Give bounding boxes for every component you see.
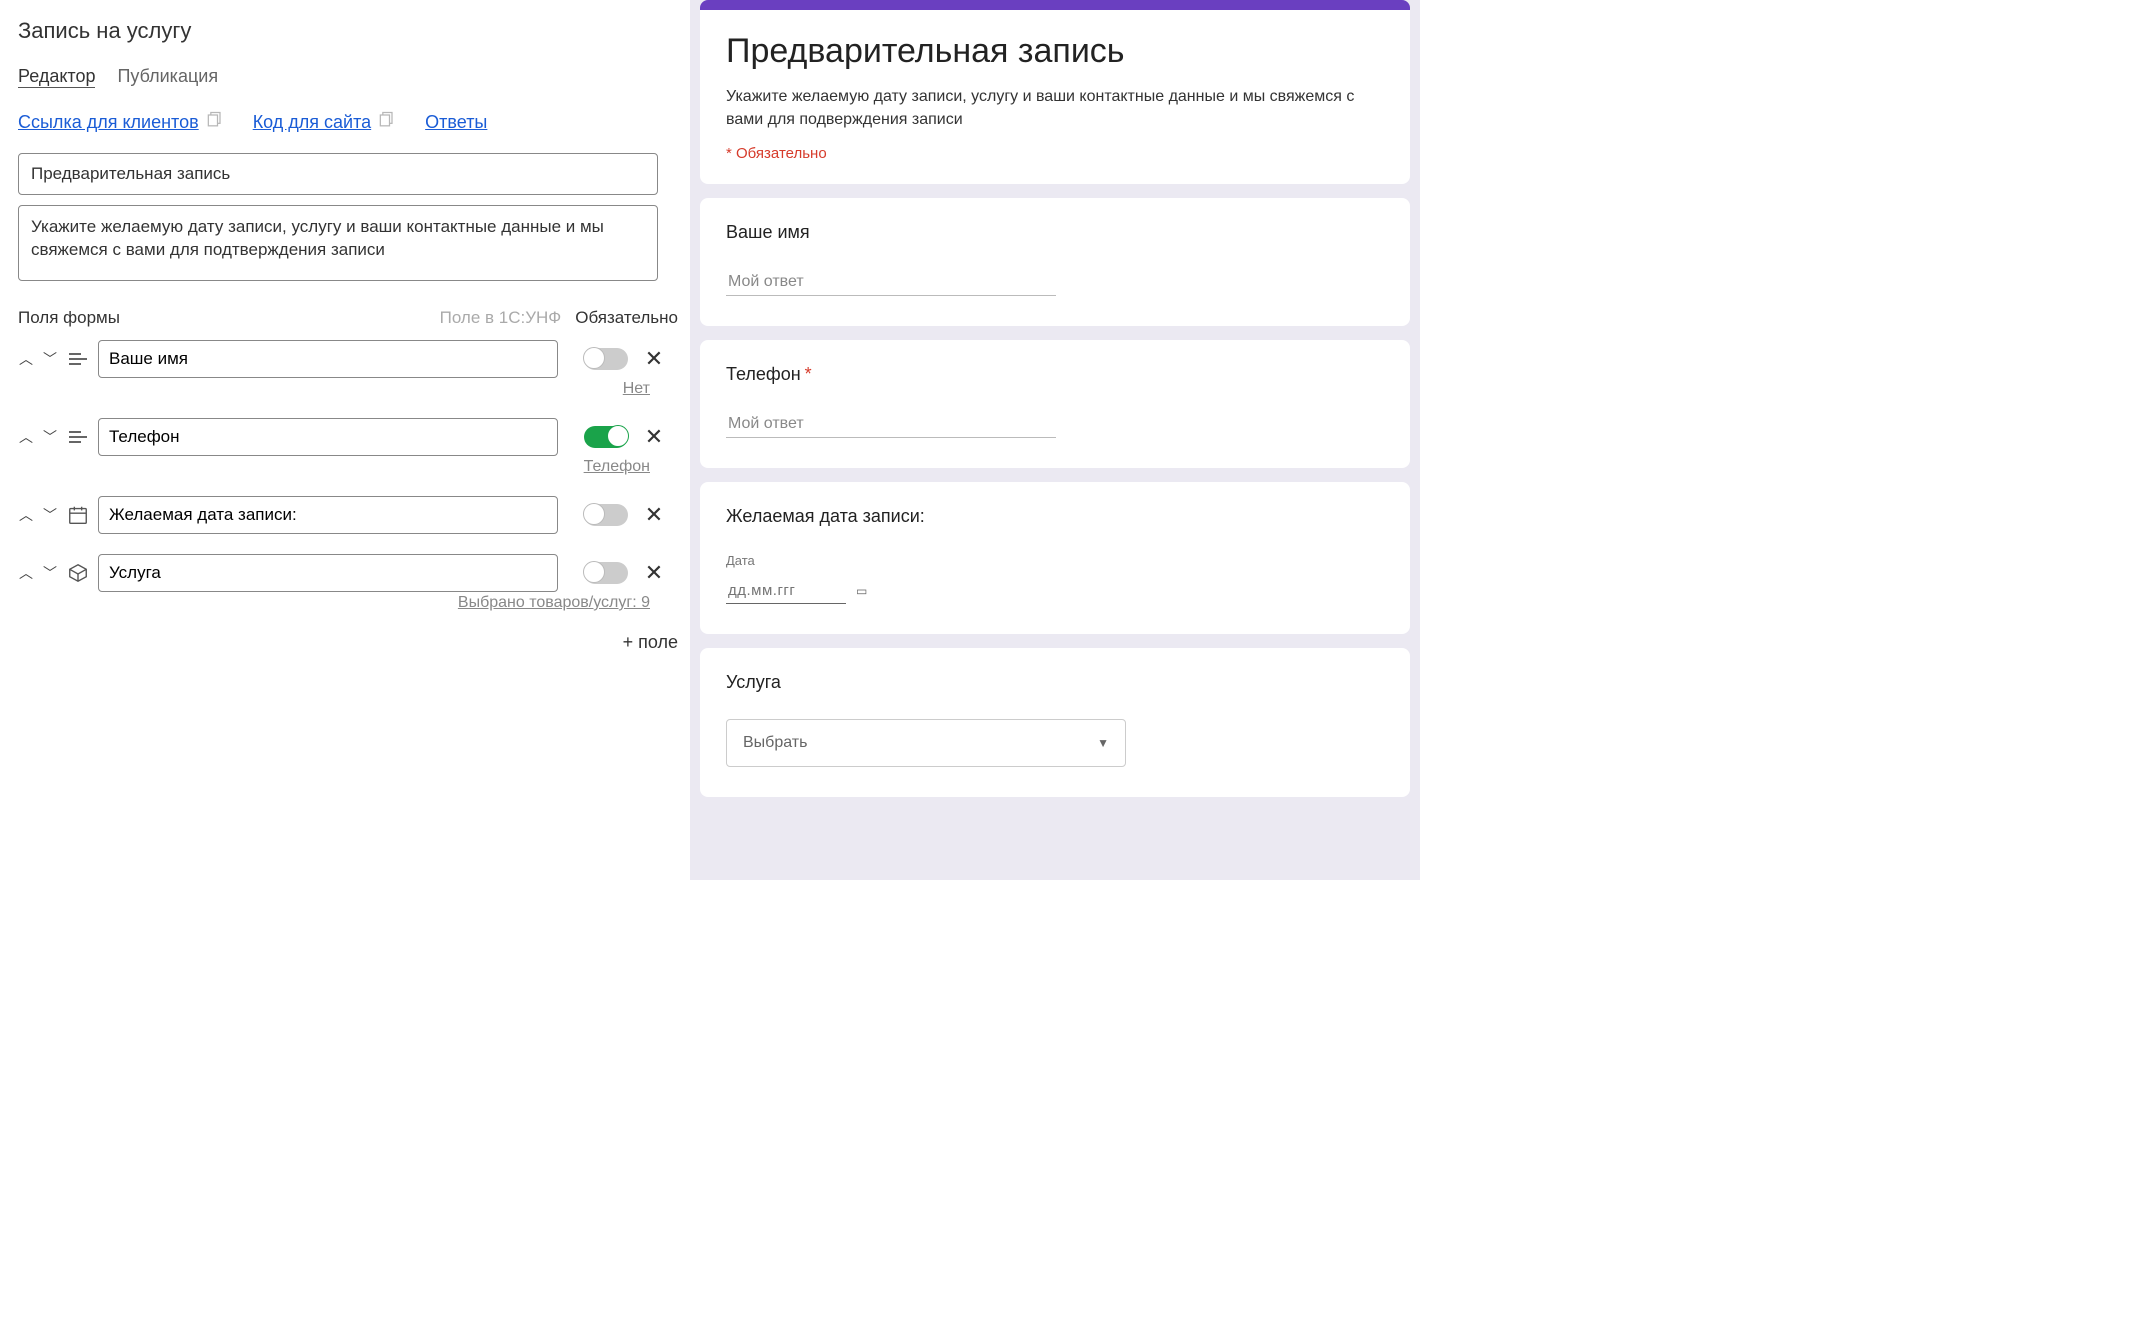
field-mapping-link[interactable]: Нет — [623, 380, 650, 397]
preview-field-date: Желаемая дата записи: Дата ▭ — [700, 482, 1410, 634]
text-field-icon — [66, 425, 90, 449]
preview-header-card: Предварительная запись Укажите желаемую … — [700, 0, 1410, 184]
preview-field-service: Услуга Выбрать ▼ — [700, 648, 1410, 797]
move-up-button[interactable]: ︿ — [18, 429, 34, 445]
field-row: ︿ ﹀ ✕ — [18, 496, 672, 534]
link-site-code[interactable]: Код для сайта — [253, 110, 397, 135]
tab-publish[interactable]: Публикация — [117, 66, 218, 88]
preview-field-label: Телефон* — [726, 364, 1384, 385]
move-up-button[interactable]: ︿ — [18, 351, 34, 367]
field-mapping-link[interactable]: Телефон — [584, 458, 650, 475]
link-client-url-label: Ссылка для клиентов — [18, 112, 199, 133]
remove-field-button[interactable]: ✕ — [644, 560, 664, 586]
form-description-input[interactable]: Укажите желаемую дату записи, услугу и в… — [18, 205, 658, 281]
remove-field-button[interactable]: ✕ — [644, 502, 664, 528]
page-title: Запись на услугу — [18, 18, 672, 44]
tab-editor[interactable]: Редактор — [18, 66, 95, 88]
field-row: ︿ ﹀ ✕ Телефон — [18, 418, 672, 476]
date-input[interactable] — [726, 578, 846, 604]
date-sublabel: Дата — [726, 553, 1384, 568]
action-links: Ссылка для клиентов Код для сайта Ответы — [18, 110, 672, 135]
chevron-down-icon: ▼ — [1097, 736, 1109, 750]
editor-pane: Запись на услугу Редактор Публикация Ссы… — [0, 0, 690, 880]
editor-tabs: Редактор Публикация — [18, 66, 672, 88]
form-title-input[interactable] — [18, 153, 658, 195]
preview-title: Предварительная запись — [726, 32, 1384, 71]
field-row: ︿ ﹀ ✕ Выбрано товаров/услуг: 9 — [18, 554, 672, 612]
required-toggle[interactable] — [584, 504, 628, 526]
field-row: ︿ ﹀ ✕ Нет — [18, 340, 672, 398]
link-responses[interactable]: Ответы — [425, 110, 487, 135]
move-down-button[interactable]: ﹀ — [42, 351, 58, 367]
move-up-button[interactable]: ︿ — [18, 507, 34, 523]
fields-header: Поля формы Поле в 1С:УНФ Обязательно — [18, 308, 678, 328]
phone-label-text: Телефон — [726, 364, 801, 384]
col-required-label: Обязательно — [575, 308, 678, 328]
preview-field-label: Желаемая дата записи: — [726, 506, 1384, 527]
move-down-button[interactable]: ﹀ — [42, 429, 58, 445]
preview-description: Укажите желаемую дату записи, услугу и в… — [726, 85, 1384, 131]
preview-pane: Предварительная запись Укажите желаемую … — [690, 0, 1420, 880]
move-up-button[interactable]: ︿ — [18, 565, 34, 581]
copy-icon — [377, 110, 397, 135]
field-label-input[interactable] — [98, 496, 558, 534]
text-field-icon — [66, 347, 90, 371]
preview-field-label: Ваше имя — [726, 222, 1384, 243]
preview-field-label: Услуга — [726, 672, 1384, 693]
field-label-input[interactable] — [98, 418, 558, 456]
link-client-url[interactable]: Ссылка для клиентов — [18, 110, 225, 135]
calendar-icon — [66, 503, 90, 527]
move-down-button[interactable]: ﹀ — [42, 565, 58, 581]
remove-field-button[interactable]: ✕ — [644, 424, 664, 450]
service-select[interactable]: Выбрать ▼ — [726, 719, 1126, 767]
package-icon — [66, 561, 90, 585]
col-map-label: Поле в 1С:УНФ — [440, 308, 562, 328]
required-asterisk: * — [805, 364, 812, 384]
required-toggle[interactable] — [584, 562, 628, 584]
field-label-input[interactable] — [98, 340, 558, 378]
calendar-icon[interactable]: ▭ — [856, 584, 867, 598]
required-note: * Обязательно — [726, 145, 1384, 162]
field-mapping-link[interactable]: Выбрано товаров/услуг: 9 — [458, 594, 650, 611]
remove-field-button[interactable]: ✕ — [644, 346, 664, 372]
copy-icon — [205, 110, 225, 135]
required-toggle[interactable] — [584, 426, 628, 448]
preview-field-name: Ваше имя — [700, 198, 1410, 326]
col-fields-label: Поля формы — [18, 308, 440, 328]
preview-field-phone: Телефон* — [700, 340, 1410, 468]
add-field-button[interactable]: + поле — [18, 632, 678, 653]
name-input[interactable] — [726, 269, 1056, 296]
field-label-input[interactable] — [98, 554, 558, 592]
required-toggle[interactable] — [584, 348, 628, 370]
service-select-placeholder: Выбрать — [743, 734, 807, 752]
phone-input[interactable] — [726, 411, 1056, 438]
move-down-button[interactable]: ﹀ — [42, 507, 58, 523]
link-site-code-label: Код для сайта — [253, 112, 371, 133]
